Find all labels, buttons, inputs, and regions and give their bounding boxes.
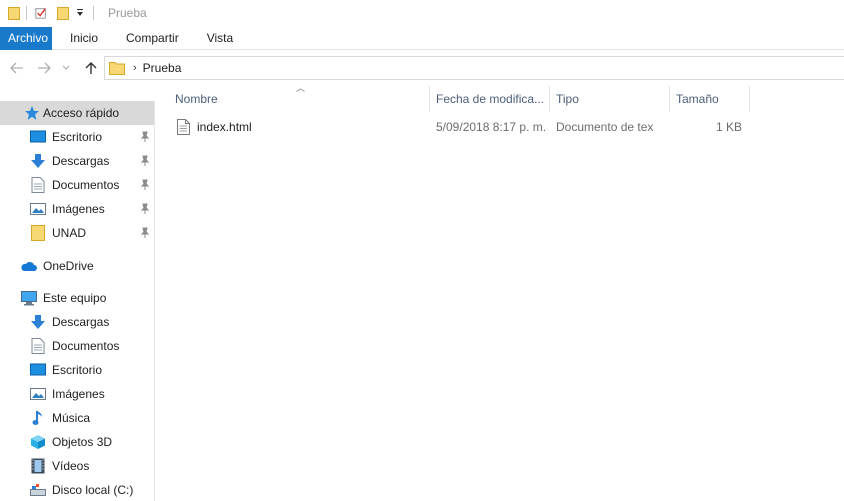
breadcrumb-chevron-icon[interactable]: ›	[133, 62, 137, 74]
column-header-date[interactable]: Fecha de modifica...	[429, 86, 549, 112]
drive-icon	[30, 482, 46, 498]
window-title: Prueba	[108, 6, 147, 20]
tab-vista[interactable]: Vista	[193, 27, 247, 50]
properties-icon[interactable]	[35, 6, 47, 20]
nav-label: Acceso rápido	[43, 106, 120, 120]
nav-label: Disco local (C:)	[52, 483, 134, 497]
star-icon	[24, 105, 40, 121]
onedrive-cloud-icon	[21, 258, 37, 274]
tab-archivo[interactable]: Archivo	[0, 27, 52, 50]
pin-icon[interactable]	[140, 179, 150, 191]
pin-icon[interactable]	[140, 227, 150, 239]
recent-locations-icon[interactable]	[60, 55, 72, 81]
html-document-icon	[177, 119, 190, 135]
nav-pc-objetos-3d[interactable]: Objetos 3D	[0, 430, 154, 454]
video-icon	[30, 458, 46, 474]
up-icon[interactable]	[81, 55, 101, 81]
nav-label: Escritorio	[52, 363, 103, 377]
folder-icon[interactable]	[8, 6, 20, 20]
nav-label: OneDrive	[43, 259, 94, 273]
nav-qa-unad[interactable]: UNAD	[0, 221, 154, 245]
nav-pc-escritorio[interactable]: Escritorio	[0, 358, 154, 382]
nav-pc-disco-local[interactable]: Disco local (C:)	[0, 478, 154, 501]
folder-icon	[109, 61, 125, 75]
nav-label: Imágenes	[52, 387, 105, 401]
nav-onedrive[interactable]: OneDrive	[0, 254, 154, 278]
nav-label: Descargas	[52, 315, 110, 329]
nav-pc-musica[interactable]: Música	[0, 406, 154, 430]
nav-label: Documentos	[52, 178, 120, 192]
nav-label: Escritorio	[52, 130, 103, 144]
nav-qa-imagenes[interactable]: Imágenes	[0, 197, 154, 221]
nav-pc-imagenes[interactable]: Imágenes	[0, 382, 154, 406]
nav-label: UNAD	[52, 226, 87, 240]
file-date: 5/09/2018 8:17 p. m.	[436, 120, 546, 134]
nav-pc-documentos[interactable]: Documentos	[0, 334, 154, 358]
pin-icon[interactable]	[140, 131, 150, 143]
file-type: Documento de tex	[556, 120, 654, 134]
navigation-pane: Acceso rápido Escritorio Descargas Docum…	[0, 101, 155, 501]
nav-label: Este equipo	[43, 291, 107, 305]
file-row[interactable]: index.html 5/09/2018 8:17 p. m. Document…	[168, 116, 748, 138]
column-header-name[interactable]: Nombre	[168, 86, 429, 112]
column-separator[interactable]	[749, 86, 750, 112]
column-header-size[interactable]: Tamaño	[669, 86, 749, 112]
pin-icon[interactable]	[140, 155, 150, 167]
nav-qa-escritorio[interactable]: Escritorio	[0, 125, 154, 149]
nav-label: Objetos 3D	[52, 435, 113, 449]
toolbar-separator	[26, 6, 27, 20]
navigation-bar: › Prueba	[0, 55, 844, 81]
nav-qa-descargas[interactable]: Descargas	[0, 149, 154, 173]
back-icon[interactable]	[7, 55, 27, 81]
nav-pc-descargas[interactable]: Descargas	[0, 310, 154, 334]
forward-icon[interactable]	[34, 55, 54, 81]
tab-compartir[interactable]: Compartir	[112, 27, 193, 50]
toolbar-separator	[93, 6, 94, 20]
new-folder-icon[interactable]	[57, 6, 69, 20]
download-icon	[30, 153, 46, 169]
nav-label: Música	[52, 411, 91, 425]
pin-icon[interactable]	[140, 203, 150, 215]
nav-label: Vídeos	[52, 459, 90, 473]
column-header-row: ︿ Nombre Fecha de modifica... Tipo Tamañ…	[168, 83, 750, 112]
address-bar[interactable]: › Prueba	[104, 56, 844, 80]
desktop-icon	[30, 362, 46, 378]
nav-this-pc[interactable]: Este equipo	[0, 286, 154, 310]
file-size: 1 KB	[715, 120, 742, 134]
nav-pc-videos[interactable]: Vídeos	[0, 454, 154, 478]
nav-label: Imágenes	[52, 202, 105, 216]
breadcrumb-prueba[interactable]: Prueba	[143, 61, 182, 75]
ribbon-tabs: Archivo Inicio Compartir Vista	[0, 27, 844, 50]
pictures-icon	[30, 386, 46, 402]
desktop-icon	[30, 129, 46, 145]
customize-toolbar-icon[interactable]	[75, 6, 85, 20]
computer-icon	[21, 290, 37, 306]
document-icon	[30, 177, 46, 193]
column-header-type[interactable]: Tipo	[549, 86, 669, 112]
download-icon	[30, 314, 46, 330]
folder-icon	[30, 225, 46, 241]
nav-qa-documentos[interactable]: Documentos	[0, 173, 154, 197]
nav-quick-access[interactable]: Acceso rápido	[0, 101, 154, 125]
nav-label: Documentos	[52, 339, 120, 353]
tab-inicio[interactable]: Inicio	[56, 27, 112, 50]
document-icon	[30, 338, 46, 354]
title-bar: Prueba	[0, 0, 844, 26]
pictures-icon	[30, 201, 46, 217]
nav-label: Descargas	[52, 154, 110, 168]
music-icon	[30, 410, 46, 426]
cube-3d-icon	[30, 434, 46, 450]
file-name: index.html	[197, 120, 252, 134]
